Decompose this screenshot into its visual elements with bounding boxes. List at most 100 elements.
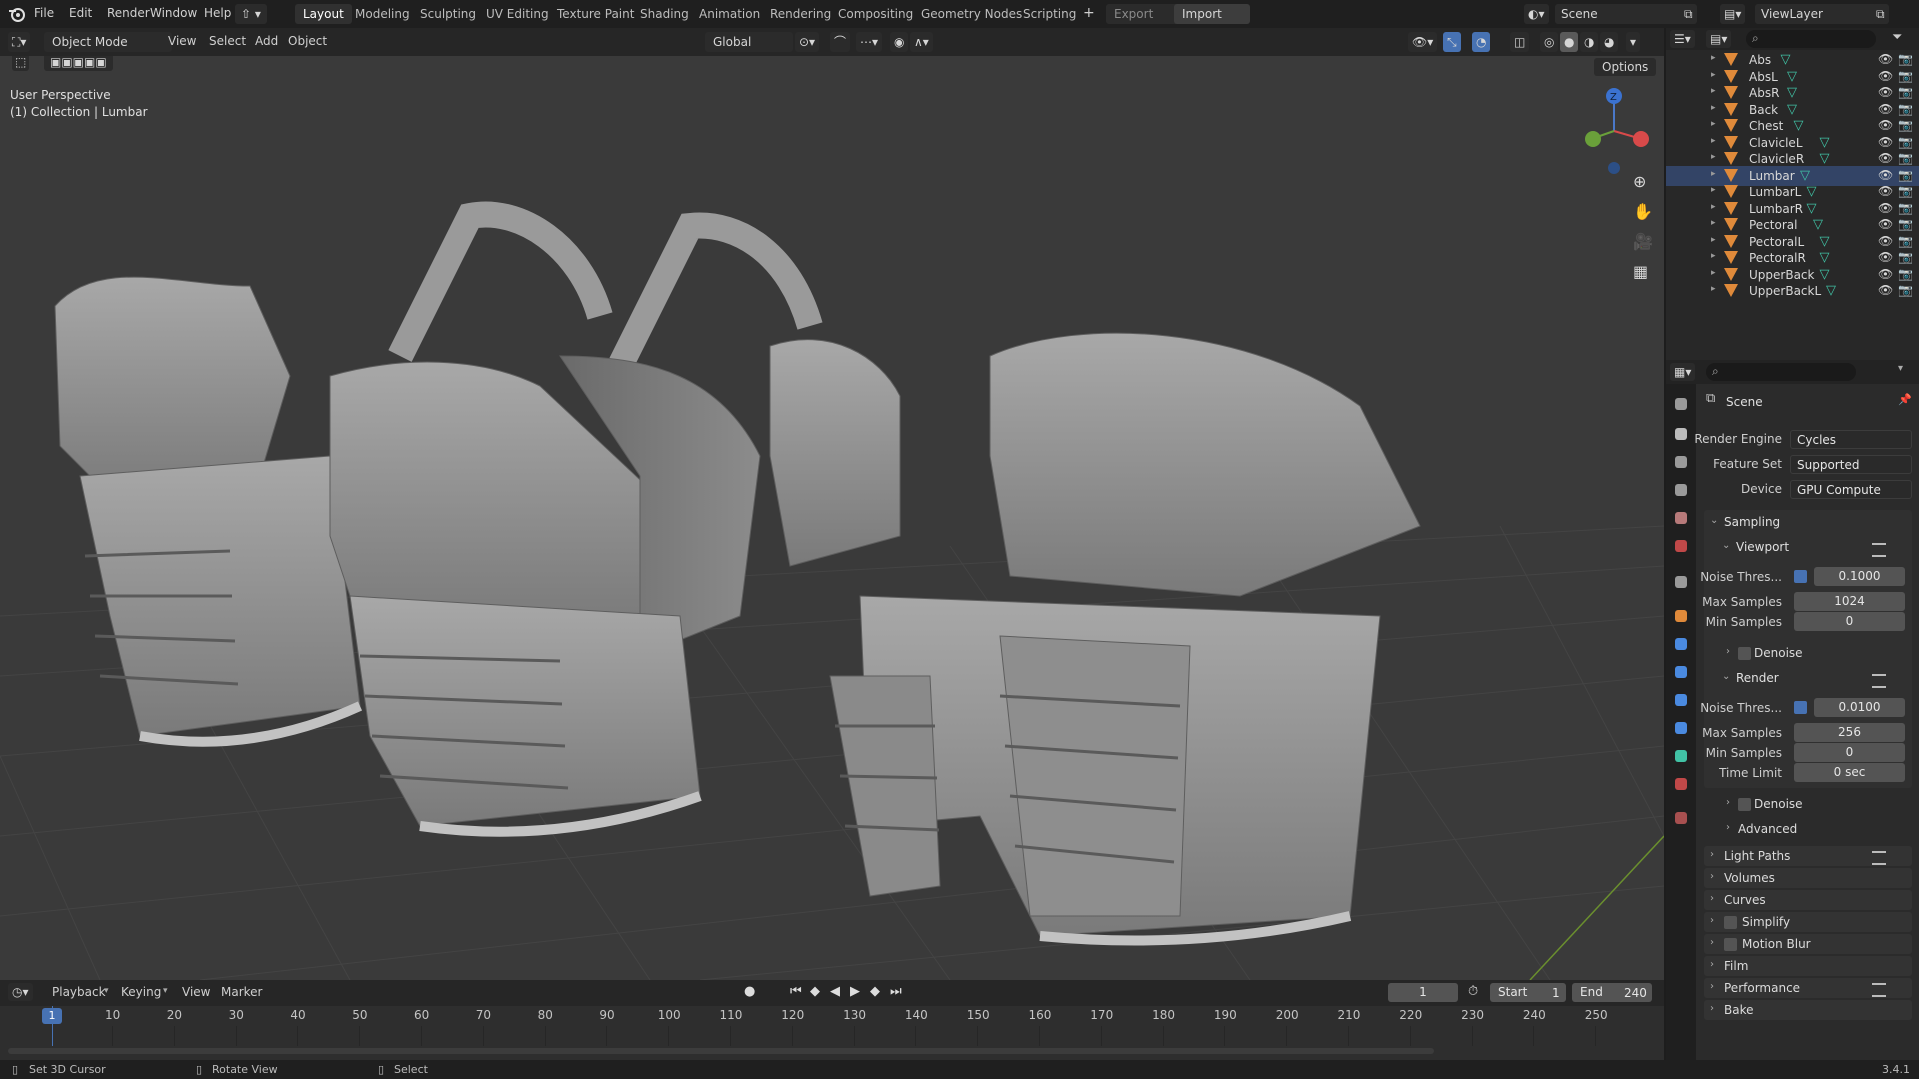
expand-arrow-icon[interactable]: ▸	[1711, 103, 1716, 113]
panel-film[interactable]: › Film	[1704, 956, 1912, 976]
visibility-eye-icon[interactable]: 👁	[1878, 283, 1893, 297]
tool-tab-icon[interactable]	[1675, 398, 1687, 410]
current-frame-field[interactable]: 1	[1388, 983, 1458, 1002]
menu-render[interactable]: Render	[107, 6, 150, 20]
particles-tab-icon[interactable]	[1675, 666, 1687, 678]
tab-texture-paint[interactable]: Texture Paint	[549, 4, 642, 24]
timeline[interactable]: 10 20 30 40 50 60 70 80 90 100 110 120 130 140 150 160 1…	[0, 1006, 1664, 1060]
outliner-item-name[interactable]: LumbarL	[1749, 185, 1801, 199]
viewport-noise-threshold-checkbox[interactable]	[1794, 570, 1807, 583]
menu-object[interactable]: Object	[288, 34, 327, 48]
tab-geometry-nodes[interactable]: Geometry Nodes	[913, 4, 1030, 24]
jump-end-icon[interactable]: ⏭	[890, 984, 902, 999]
panel-chevron-icon[interactable]: ›	[1710, 893, 1714, 904]
panel-motion-blur[interactable]: › Motion Blur	[1704, 934, 1912, 954]
material-tab-icon[interactable]	[1675, 778, 1687, 790]
viewport-max-samples-field[interactable]: 1024	[1794, 592, 1905, 611]
panel-title[interactable]: Performance	[1724, 981, 1800, 995]
playhead-frame-badge[interactable]: 1	[42, 1008, 62, 1024]
mesh-data-icon[interactable]: ▽	[1781, 52, 1791, 67]
sampling-panel-title[interactable]: Sampling	[1724, 515, 1780, 529]
render-noise-threshold-field[interactable]: 0.0100	[1814, 698, 1905, 717]
object-tab-icon[interactable]	[1675, 610, 1687, 622]
feature-set-dropdown[interactable]: Supported	[1790, 455, 1912, 474]
visibility-eye-icon[interactable]: 👁	[1878, 69, 1893, 83]
tab-compositing[interactable]: Compositing	[830, 4, 921, 24]
panel-chevron-icon[interactable]: ›	[1710, 1003, 1714, 1014]
render-subpanel-chevron-icon[interactable]: ⌄	[1722, 671, 1730, 682]
texture-tab-icon[interactable]	[1675, 812, 1687, 824]
grid-toggle-icon[interactable]: ▦	[1633, 262, 1648, 281]
render-max-samples-field[interactable]: 256	[1794, 723, 1905, 742]
mesh-data-icon[interactable]: ▽	[1820, 135, 1830, 150]
shading-options-icon[interactable]: ▾	[1626, 32, 1641, 52]
outliner-item-name[interactable]: UpperBack	[1749, 268, 1814, 282]
render-camera-icon[interactable]: 📷	[1898, 69, 1913, 83]
mesh-data-icon[interactable]: ▽	[1820, 250, 1830, 265]
outliner-item-name[interactable]: PectoralL	[1749, 235, 1804, 249]
menu-marker[interactable]: Marker	[221, 985, 262, 999]
import-button[interactable]: Import	[1174, 4, 1250, 24]
panel-title[interactable]: Simplify	[1742, 915, 1790, 929]
expand-arrow-icon[interactable]: ▸	[1711, 169, 1716, 179]
scene-tab-icon[interactable]	[1675, 512, 1687, 524]
mesh-data-icon[interactable]: ▽	[1807, 184, 1817, 199]
render-tab-icon[interactable]	[1675, 428, 1687, 440]
visibility-eye-icon[interactable]: 👁	[1878, 184, 1893, 198]
world-tab-icon[interactable]	[1675, 540, 1687, 552]
mesh-data-icon[interactable]: ▽	[1807, 201, 1817, 216]
transform-orientation-dropdown[interactable]: Global	[705, 32, 793, 52]
tab-sculpting[interactable]: Sculpting	[412, 4, 484, 24]
wireframe-shading-icon[interactable]: ◎	[1540, 32, 1559, 52]
outliner-item-name[interactable]: AbsR	[1749, 86, 1779, 100]
tab-scripting[interactable]: Scripting	[1015, 4, 1084, 24]
tab-shading[interactable]: Shading	[632, 4, 697, 24]
render-camera-icon[interactable]: 📷	[1898, 184, 1913, 198]
gizmo-toggle-icon[interactable]: ⤡	[1443, 32, 1461, 52]
proportional-edit-icon[interactable]: ◉	[890, 32, 909, 52]
object-mode-dropdown[interactable]: Object Mode	[44, 32, 172, 52]
falloff-icon[interactable]: ∧▾	[910, 32, 933, 52]
render-camera-icon[interactable]: 📷	[1898, 283, 1913, 297]
end-frame-field[interactable]: 240	[1624, 986, 1647, 1000]
stopwatch-icon[interactable]: ⏱	[1468, 984, 1478, 999]
expand-arrow-icon[interactable]: ▸	[1711, 202, 1716, 212]
sampling-chevron-icon[interactable]: ⌄	[1710, 515, 1718, 526]
navigation-gizmo[interactable]: Z	[1580, 86, 1660, 176]
tab-rendering[interactable]: Rendering	[762, 4, 839, 24]
overlay-toggle-icon[interactable]: ◔	[1472, 32, 1491, 52]
3d-viewport[interactable]: ⬚ ▣▣▣▣▣ User Perspective (1) Collection …	[0, 56, 1664, 980]
render-camera-icon[interactable]: 📷	[1898, 85, 1913, 99]
render-engine-dropdown[interactable]: Cycles	[1790, 430, 1912, 449]
viewport-presets-icon[interactable]	[1872, 543, 1886, 557]
render-denoise-chevron-icon[interactable]: ›	[1726, 797, 1730, 808]
display-mode-icon[interactable]: ▤▾	[1706, 30, 1732, 48]
mesh-data-icon[interactable]: ▽	[1787, 102, 1797, 117]
visibility-eye-icon[interactable]: 👁	[1878, 118, 1893, 132]
panel-chevron-icon[interactable]: ›	[1710, 981, 1714, 992]
visibility-eye-icon[interactable]: 👁	[1878, 52, 1893, 66]
record-icon[interactable]: ●	[744, 984, 755, 999]
mesh-data-icon[interactable]: ▽	[1787, 69, 1797, 84]
new-viewlayer-icon[interactable]: ⧉	[1872, 4, 1889, 24]
panel-chevron-icon[interactable]: ›	[1710, 937, 1714, 948]
menu-view[interactable]: View	[168, 34, 196, 48]
viewport-subpanel-chevron-icon[interactable]: ⌄	[1722, 540, 1730, 551]
outliner-item-name[interactable]: Abs	[1749, 53, 1771, 67]
visibility-eye-icon[interactable]: 👁	[1878, 201, 1893, 215]
render-camera-icon[interactable]: 📷	[1898, 267, 1913, 281]
material-shading-icon[interactable]: ◑	[1580, 32, 1599, 52]
menu-playback[interactable]: Playback	[52, 985, 106, 999]
panel-chevron-icon[interactable]: ›	[1710, 959, 1714, 970]
view-layer-tab-icon[interactable]	[1675, 484, 1687, 496]
render-camera-icon[interactable]: 📷	[1898, 151, 1913, 165]
expand-arrow-icon[interactable]: ▸	[1711, 70, 1716, 80]
tab-modeling[interactable]: Modeling	[347, 4, 418, 24]
panel-title[interactable]: Volumes	[1724, 871, 1775, 885]
properties-editor-icon[interactable]: ▦▾	[1670, 363, 1696, 381]
panel-presets-icon[interactable]	[1872, 983, 1886, 997]
outliner-search-input[interactable]	[1746, 30, 1876, 48]
menu-file[interactable]: File	[34, 6, 54, 20]
solid-shading-icon[interactable]: ●	[1560, 32, 1579, 52]
outliner-item-name[interactable]: ClavicleL	[1749, 136, 1803, 150]
